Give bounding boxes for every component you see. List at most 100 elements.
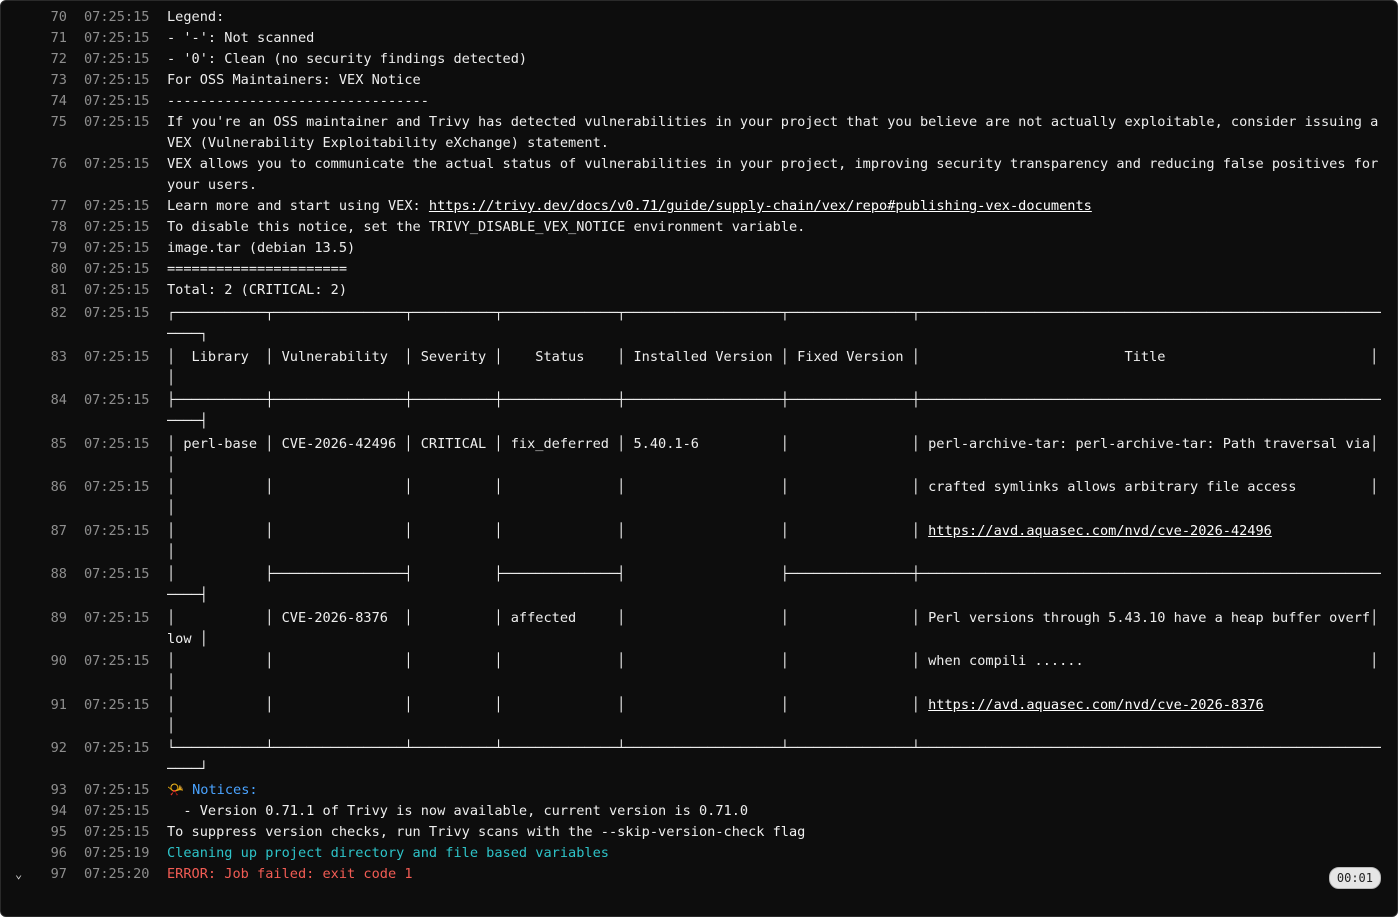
timestamp: 07:25:15 xyxy=(84,696,150,713)
line-number[interactable]: 75 xyxy=(1,112,67,133)
log-link[interactable]: https://trivy.dev/docs/v0.71/guide/suppl… xyxy=(429,198,1092,214)
log-text: Learn more and start using VEX: https://… xyxy=(167,198,1092,214)
table-text-wrap: ────┘ xyxy=(167,761,208,777)
line-number[interactable]: 95 xyxy=(1,822,67,843)
notices-heading: Notices: xyxy=(183,781,258,798)
table-text-wrap: │ xyxy=(167,543,176,560)
log-line: 71 07:25:15 - '-': Not scanned xyxy=(1,28,1397,49)
line-number[interactable]: 88 xyxy=(1,562,67,585)
timestamp: 07:25:15 xyxy=(84,305,150,321)
log-line: 78 07:25:15 To disable this notice, set th… xyxy=(1,217,1397,238)
log-line: 94 07:25:15 - Version 0.71.1 of Trivy is … xyxy=(1,801,1397,822)
timestamp: 07:25:15 xyxy=(84,802,150,819)
timestamp: 07:25:15 xyxy=(84,392,150,408)
log-text: To suppress version checks, run Trivy sc… xyxy=(167,823,806,840)
line-number[interactable]: 89 xyxy=(1,606,67,629)
line-number[interactable]: 72 xyxy=(1,49,67,70)
line-number[interactable]: 79 xyxy=(1,238,67,259)
table-cells: │ │ │ │ │ │ │ crafted symlinks allows ar… xyxy=(167,475,1381,519)
table-text: └───────────┴────────────────┴──────────… xyxy=(167,740,1381,756)
chevron-down-icon[interactable]: ⌄ xyxy=(15,867,22,881)
log-line: 77 07:25:15 Learn more and start using VEX… xyxy=(1,196,1397,217)
log-text: - Version 0.71.1 of Trivy is now availab… xyxy=(167,802,749,819)
line-number[interactable]: 92 xyxy=(1,736,67,759)
line-number[interactable]: 85 xyxy=(1,432,67,455)
timestamp: 07:25:15 xyxy=(84,522,150,539)
line-number[interactable]: 86 xyxy=(1,475,67,498)
timestamp: 07:25:15 xyxy=(84,93,150,109)
timestamp: 07:25:15 xyxy=(84,9,150,25)
timestamp: 07:25:15 xyxy=(84,219,150,235)
table-text-wrap: │ xyxy=(167,674,176,690)
table-row: 84 07:25:15 ├───────────┼────────────────┼… xyxy=(1,388,1397,432)
timestamp: 07:25:15 xyxy=(84,30,150,46)
log-line: 73 07:25:15 For OSS Maintainers: VEX Notic… xyxy=(1,70,1397,91)
line-number[interactable]: 74 xyxy=(1,91,67,112)
log-text: 📯 Notices: xyxy=(167,780,1397,801)
table-row: 83 07:25:15 │ Library │ Vulnerability │ Se… xyxy=(1,345,1397,389)
log-text: - '-': Not scanned xyxy=(167,30,315,46)
line-number[interactable]: 84 xyxy=(1,388,67,411)
line-number[interactable]: 73 xyxy=(1,70,67,91)
log-text: image.tar (debian 13.5) xyxy=(167,240,356,256)
timestamp: 07:25:15 xyxy=(84,51,150,67)
timestamp: 07:25:19 xyxy=(84,844,150,861)
timestamp: 07:25:20 xyxy=(84,865,150,882)
table-cells: │ │ CVE-2026-8376 │ │ affected │ │ │ Per… xyxy=(167,606,1381,650)
timestamp: 07:25:15 xyxy=(84,823,150,840)
table-text-wrap: ────┐ xyxy=(167,326,208,342)
line-number[interactable]: 83 xyxy=(1,345,67,368)
timestamp: 07:25:15 xyxy=(84,114,150,130)
line-number[interactable]: 93 xyxy=(1,780,67,801)
line-number[interactable]: 76 xyxy=(1,154,67,175)
table-text-wrap: low │ xyxy=(167,630,208,647)
table-text-wrap: ────┤ xyxy=(167,587,208,603)
log-line: 76 07:25:15 VEX allows you to communicate … xyxy=(1,154,1397,196)
line-number[interactable]: 90 xyxy=(1,649,67,672)
table-text-wrap: │ xyxy=(167,717,176,734)
cve-link[interactable]: https://avd.aquasec.com/nvd/cve-2026-837… xyxy=(928,697,1264,713)
timestamp: 07:25:15 xyxy=(84,479,150,495)
table-text-wrap: │ xyxy=(167,500,176,516)
table-row: 85 07:25:15 │ perl-base │ CVE-2026-42496 │… xyxy=(1,432,1397,476)
log-text: ERROR: Job failed: exit code 1 xyxy=(167,865,413,882)
timestamp: 07:25:15 xyxy=(84,282,150,298)
line-number[interactable]: 94 xyxy=(1,801,67,822)
log-text: -------------------------------- xyxy=(167,93,429,109)
timestamp: 07:25:15 xyxy=(84,156,150,172)
timestamp: 07:25:15 xyxy=(84,653,150,669)
line-number[interactable]: 81 xyxy=(1,280,67,301)
log-lines: 70 07:25:15 Legend: 71 07:25:15 - '-': Not sc… xyxy=(1,7,1397,885)
line-number[interactable]: 97 xyxy=(1,864,67,885)
table-text: │ │ │ │ │ │ │ https://avd.aquasec.com/nv… xyxy=(167,522,1272,539)
table-text: │ Library │ Vulnerability │ Severity │ S… xyxy=(167,348,1379,365)
table-cells: │ ├────────────────┤ ├──────────────┤ ├─… xyxy=(167,562,1381,606)
table-row: 86 07:25:15 │ │ │ │ │ │ │ crafted symlinks… xyxy=(1,475,1397,519)
line-number[interactable]: 80 xyxy=(1,259,67,280)
table-row: 89 07:25:15 │ │ CVE-2026-8376 │ │ affected… xyxy=(1,606,1397,650)
table-cells: │ Library │ Vulnerability │ Severity │ S… xyxy=(167,345,1381,389)
line-number[interactable]: 78 xyxy=(1,217,67,238)
table-cells: ├───────────┼────────────────┼──────────… xyxy=(167,388,1381,432)
timestamp: 07:25:15 xyxy=(84,435,150,452)
table-cells: │ │ │ │ │ │ │ https://avd.aquasec.com/nv… xyxy=(167,519,1381,563)
line-number[interactable]: 91 xyxy=(1,693,67,716)
table-text: │ ├────────────────┤ ├──────────────┤ ├─… xyxy=(167,566,1381,582)
cve-link[interactable]: https://avd.aquasec.com/nvd/cve-2026-424… xyxy=(928,523,1272,539)
log-line: 95 07:25:15 To suppress version checks, ru… xyxy=(1,822,1397,843)
section-duration-badge: 00:01 xyxy=(1328,867,1381,889)
line-number[interactable]: 77 xyxy=(1,196,67,217)
table-text-wrap: │ xyxy=(167,369,176,386)
line-number[interactable]: 82 xyxy=(1,301,67,324)
line-number[interactable]: 96 xyxy=(1,843,67,864)
table-cells: └───────────┴────────────────┴──────────… xyxy=(167,736,1381,780)
table-row: 90 07:25:15 │ │ │ │ │ │ │ when compili ...… xyxy=(1,649,1397,693)
line-number[interactable]: 87 xyxy=(1,519,67,542)
log-line: 72 07:25:15 - '0': Clean (no security find… xyxy=(1,49,1397,70)
timestamp: 07:25:15 xyxy=(84,240,150,256)
timestamp: 07:25:15 xyxy=(84,609,150,626)
line-number[interactable]: 71 xyxy=(1,28,67,49)
timestamp: 07:25:15 xyxy=(84,198,150,214)
line-number[interactable]: 70 xyxy=(1,7,67,28)
log-text: For OSS Maintainers: VEX Notice xyxy=(167,72,421,88)
